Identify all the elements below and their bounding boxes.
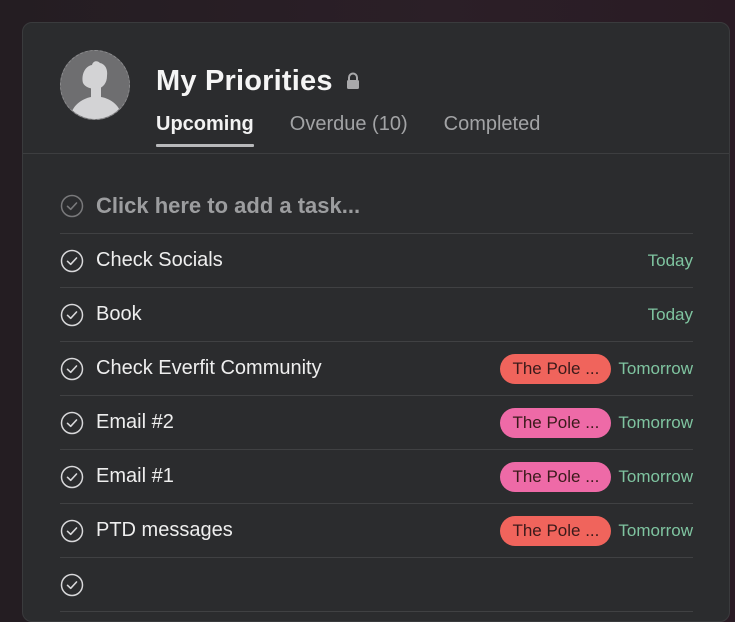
tab-overdue[interactable]: Overdue (10): [290, 113, 408, 146]
title-row: My Priorities: [156, 65, 361, 98]
task-list: Click here to add a task... Check Social…: [60, 178, 693, 612]
tab-upcoming[interactable]: Upcoming: [156, 113, 254, 147]
check-circle-icon[interactable]: [60, 573, 84, 597]
task-row[interactable]: Book Today: [60, 288, 693, 342]
tab-completed[interactable]: Completed: [444, 113, 541, 146]
due-date[interactable]: Today: [648, 251, 693, 271]
check-circle-icon[interactable]: [60, 411, 84, 435]
task-row[interactable]: Check Socials Today: [60, 234, 693, 288]
lock-icon: [345, 72, 361, 95]
due-date[interactable]: Tomorrow: [618, 359, 693, 379]
page-title: My Priorities: [156, 65, 333, 97]
task-name[interactable]: Check Everfit Community: [96, 357, 500, 380]
avatar[interactable]: [60, 50, 130, 120]
due-date[interactable]: Tomorrow: [618, 467, 693, 487]
task-name[interactable]: PTD messages: [96, 519, 500, 542]
check-circle-icon: [60, 194, 84, 217]
project-tag[interactable]: The Pole ...: [500, 515, 612, 546]
project-tag[interactable]: The Pole ...: [500, 461, 612, 492]
task-row[interactable]: Email #2 The Pole ... Tomorrow: [60, 396, 693, 450]
task-name[interactable]: Email #2: [96, 411, 500, 434]
due-date[interactable]: Tomorrow: [618, 413, 693, 433]
card-header: My Priorities Upcoming Overdue (10) Comp…: [23, 23, 729, 154]
priorities-card: My Priorities Upcoming Overdue (10) Comp…: [22, 22, 730, 622]
due-date[interactable]: Today: [648, 305, 693, 325]
check-circle-icon[interactable]: [60, 357, 84, 381]
add-task-input[interactable]: Click here to add a task...: [96, 193, 360, 219]
check-circle-icon[interactable]: [60, 303, 84, 327]
task-name[interactable]: Check Socials: [96, 249, 648, 272]
user-silhouette-icon: [61, 51, 129, 119]
tab-bar: Upcoming Overdue (10) Completed: [156, 113, 576, 147]
check-circle-icon[interactable]: [60, 249, 84, 273]
task-name[interactable]: Book: [96, 303, 648, 326]
add-task-row[interactable]: Click here to add a task...: [60, 178, 693, 234]
task-row[interactable]: PTD messages The Pole ... Tomorrow: [60, 504, 693, 558]
task-name[interactable]: Email #1: [96, 465, 500, 488]
check-circle-icon[interactable]: [60, 519, 84, 543]
due-date[interactable]: Tomorrow: [618, 521, 693, 541]
task-row-partial[interactable]: [60, 558, 693, 612]
project-tag[interactable]: The Pole ...: [500, 407, 612, 438]
task-row[interactable]: Email #1 The Pole ... Tomorrow: [60, 450, 693, 504]
check-circle-icon[interactable]: [60, 465, 84, 489]
project-tag[interactable]: The Pole ...: [500, 353, 612, 384]
task-row[interactable]: Check Everfit Community The Pole ... Tom…: [60, 342, 693, 396]
